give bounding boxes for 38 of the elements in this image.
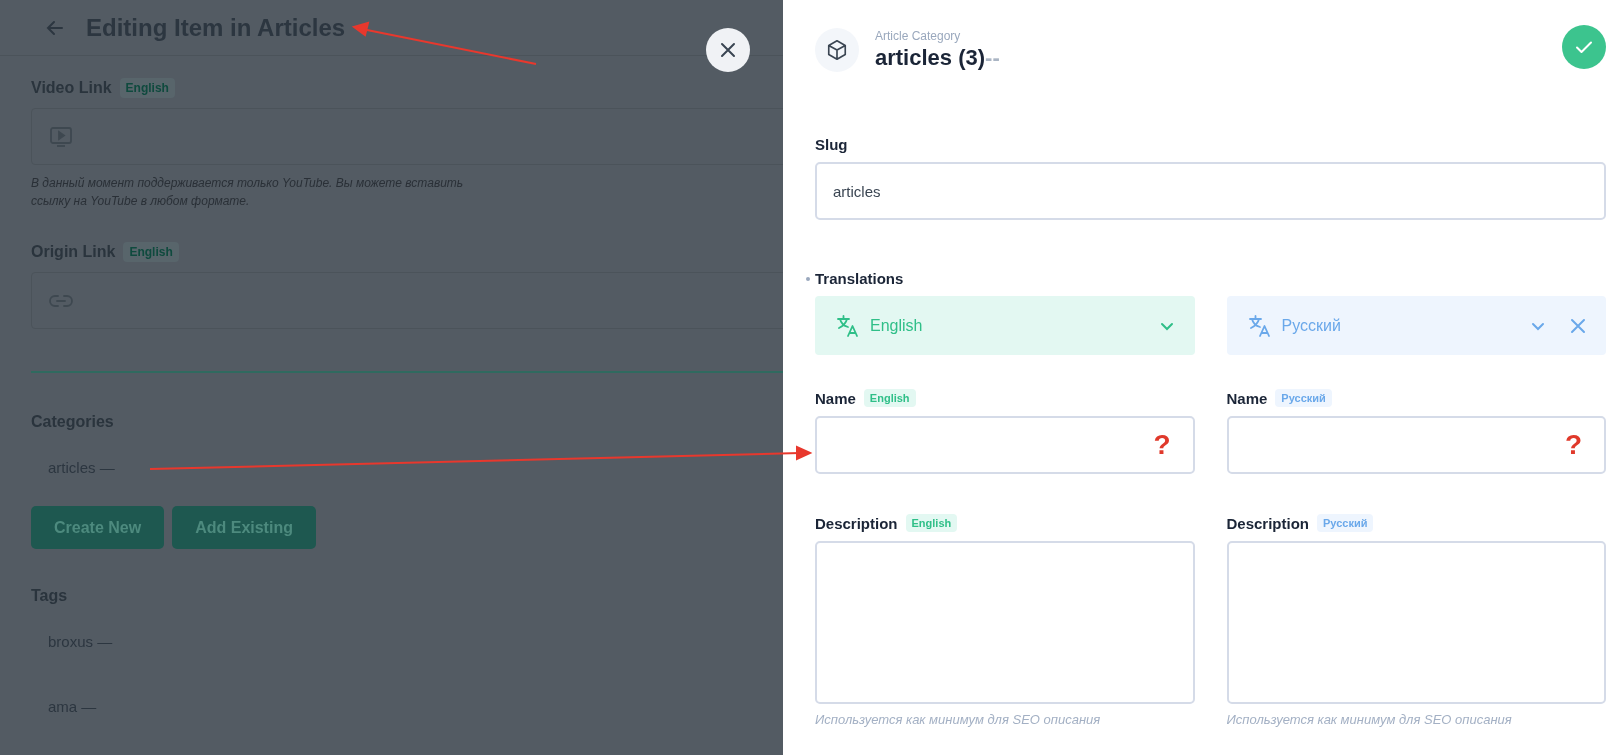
language-badge: English <box>905 514 958 532</box>
drawer-title: articles (3) <box>875 45 986 71</box>
field-label: Name <box>1226 389 1268 407</box>
save-button[interactable] <box>1562 25 1606 69</box>
close-icon <box>719 41 737 59</box>
input-field[interactable] <box>31 108 783 165</box>
field-label: Translations <box>815 270 904 287</box>
language-tab[interactable]: Русский <box>1226 296 1606 355</box>
language-badge: English <box>123 242 179 262</box>
title-suffix: -- <box>985 45 1000 71</box>
field-label: Slug <box>815 136 848 153</box>
missing-mark: ? <box>1564 431 1582 459</box>
language-name: Русский <box>1281 316 1342 335</box>
cube-icon <box>815 28 859 72</box>
drawer-subtitle: Article Category <box>875 29 961 43</box>
field-label: Name <box>815 389 856 407</box>
language-name: English <box>870 316 924 335</box>
description-field[interactable] <box>1226 541 1606 704</box>
close-button[interactable] <box>706 28 750 72</box>
language-badge: English <box>119 78 175 98</box>
help-text: Используется как минимум для SEO описания <box>1226 712 1513 727</box>
language-badge: Русский <box>1317 514 1374 532</box>
field-label: Description <box>1226 514 1309 532</box>
name-field[interactable]: ? <box>1226 416 1606 474</box>
field-label: Description <box>815 514 898 532</box>
language-tab[interactable]: English <box>815 296 1195 355</box>
name-field[interactable]: ? <box>815 416 1195 474</box>
language-badge: Русский <box>1275 389 1332 407</box>
close-icon[interactable] <box>1570 317 1586 334</box>
help-text: Используется как минимум для SEO описания <box>815 712 1102 727</box>
slug-field[interactable]: articles <box>815 162 1606 220</box>
input-field[interactable] <box>31 272 783 329</box>
translate-icon <box>836 313 860 338</box>
missing-mark: ? <box>1153 431 1171 459</box>
bullet-icon <box>806 276 810 281</box>
language-badge: English <box>863 389 916 407</box>
translate-icon <box>1247 313 1272 338</box>
description-field[interactable] <box>815 541 1195 704</box>
